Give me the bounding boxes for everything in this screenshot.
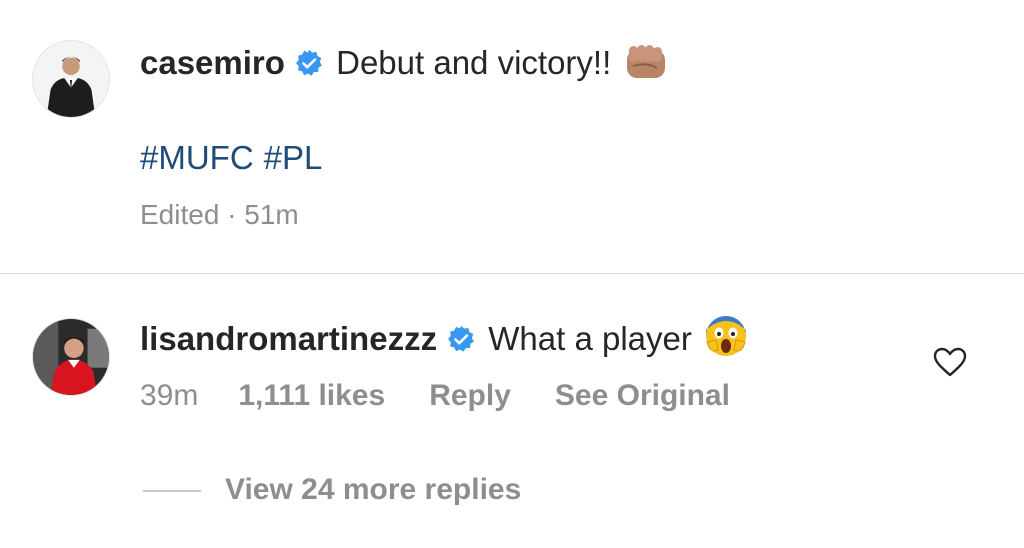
username-lisandromartinezzz[interactable]: lisandromartinezzz: [140, 320, 437, 357]
see-original-button[interactable]: See Original: [555, 378, 730, 414]
divider: [0, 273, 1024, 274]
reply-text: What a player: [488, 320, 692, 357]
post-caption: Debut and victory!!: [336, 44, 612, 81]
post-header: casemiro Debut and victory!!: [140, 42, 669, 91]
post-meta: Edited · 51m: [140, 199, 299, 230]
reply-header: lisandromartinezzz What a player: [140, 314, 748, 367]
verified-badge-icon: [295, 49, 323, 77]
heart-outline-icon[interactable]: [933, 347, 967, 377]
verified-badge-icon: [447, 325, 475, 353]
hashtags: #MUFC #PL: [140, 138, 332, 178]
reply-time: 39m: [140, 379, 199, 412]
avatar-lisandromartinezzz[interactable]: [32, 318, 110, 396]
post-comment: casemiro Debut and victory!! #MUFC #PL Ed…: [0, 0, 1024, 274]
username-casemiro[interactable]: casemiro: [140, 44, 285, 81]
reply-meta: 39m 1,111 likes Reply See Original: [140, 378, 730, 414]
face-screaming-in-fear-emoji-icon: [704, 314, 748, 367]
reply-button[interactable]: Reply: [429, 378, 511, 414]
oncoming-fist-emoji-icon: [623, 42, 669, 91]
avatar-casemiro[interactable]: [32, 40, 110, 118]
likes-count-link[interactable]: 1,111 likes: [238, 378, 385, 414]
view-more-label: View 24 more replies: [225, 473, 522, 506]
hashtag-link[interactable]: #MUFC: [140, 139, 254, 176]
view-more-rule: [143, 490, 201, 492]
hashtag-link[interactable]: #PL: [264, 139, 323, 176]
